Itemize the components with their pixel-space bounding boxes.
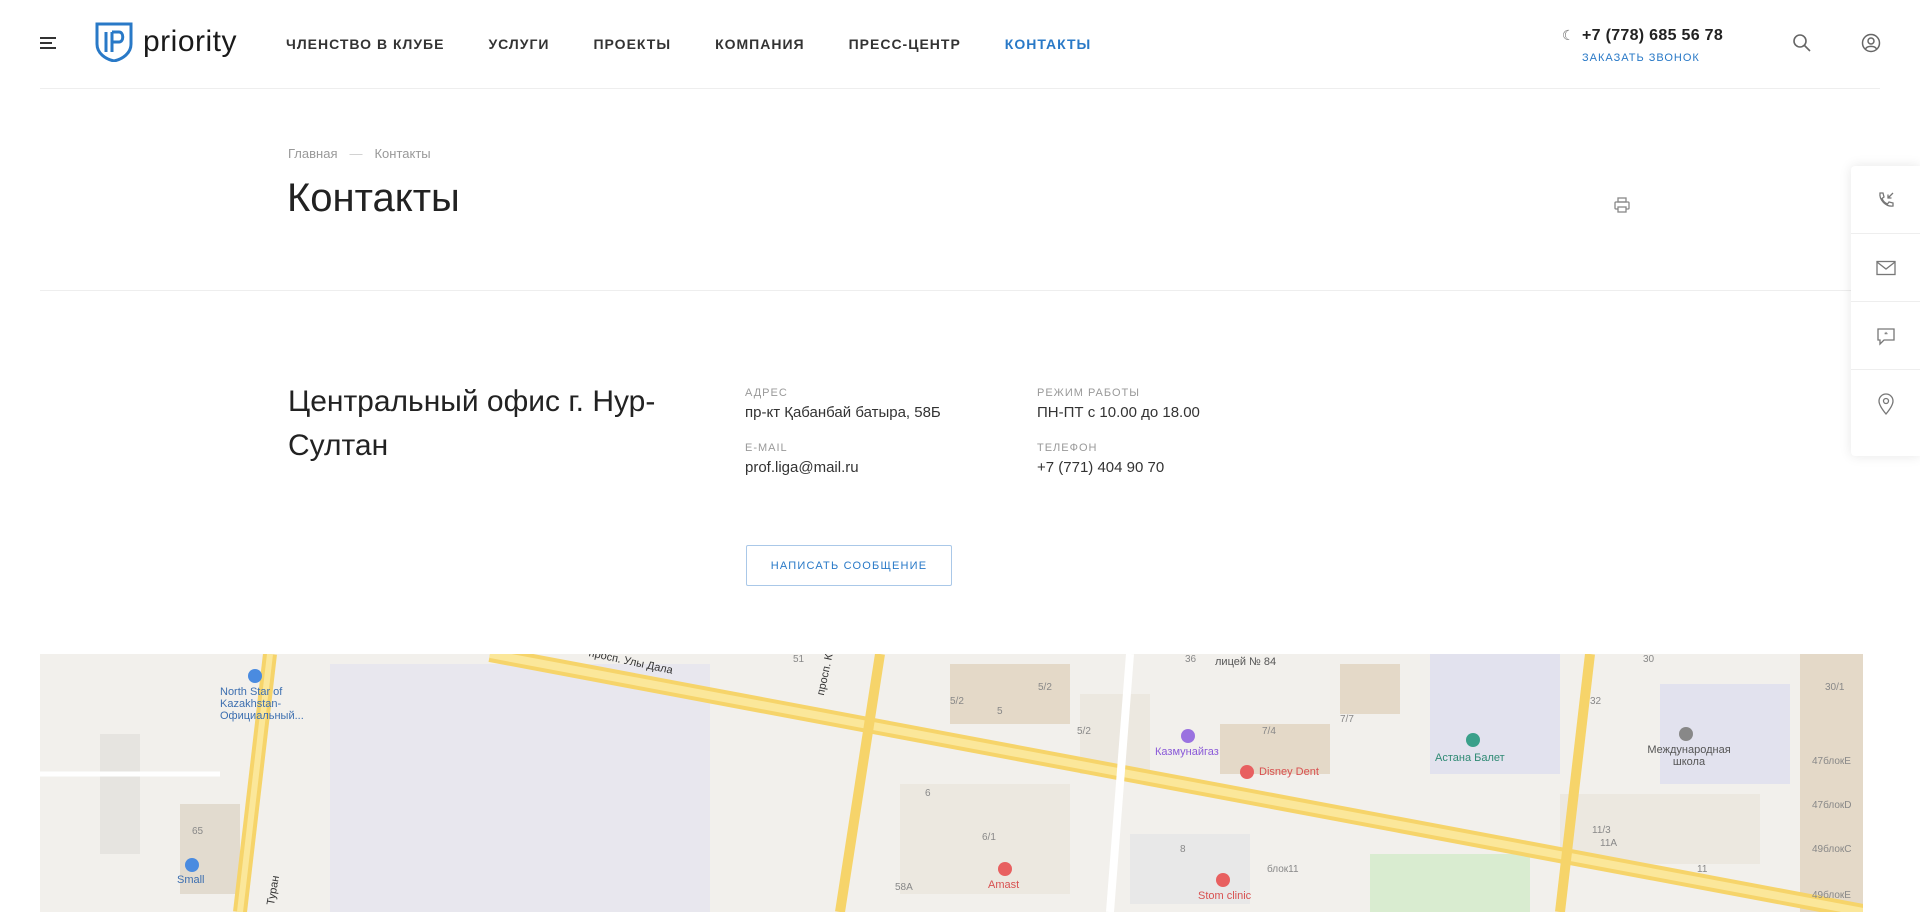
map-num: 5/2 <box>1038 682 1052 693</box>
logo[interactable]: priority <box>95 22 237 62</box>
map-num: 11А <box>1600 838 1618 849</box>
map-num: 8 <box>1180 844 1186 855</box>
phone-field: ТЕЛЕФОН +7 (771) 404 90 70 <box>1037 442 1164 476</box>
map-num: 7/7 <box>1340 714 1354 725</box>
map-num: 47блокD <box>1812 800 1852 811</box>
map-label-stom-clinic[interactable]: Stom clinic <box>1198 890 1251 902</box>
map-num: 7/4 <box>1262 726 1276 737</box>
address-field: АДРЕС пр-кт Қабанбай батыра, 58Б <box>745 387 941 421</box>
nav-item-projects[interactable]: ПРОЕКТЫ <box>593 36 671 52</box>
user-account-icon[interactable] <box>1861 33 1881 53</box>
menu-burger-icon[interactable] <box>40 37 56 49</box>
side-location-button[interactable] <box>1851 370 1920 438</box>
page-title: Контакты <box>287 176 460 220</box>
callback-link[interactable]: ЗАКАЗАТЬ ЗВОНОК <box>1582 52 1723 64</box>
main-nav: ЧЛЕНСТВО В КЛУБЕ УСЛУГИ ПРОЕКТЫ КОМПАНИЯ… <box>286 36 1135 52</box>
location-pin-icon <box>1877 393 1894 415</box>
logo-text: priority <box>143 25 238 58</box>
map-num: 32 <box>1590 696 1602 707</box>
nav-item-membership[interactable]: ЧЛЕНСТВО В КЛУБЕ <box>286 36 444 52</box>
section-divider <box>40 290 1880 291</box>
map-num: 49блокС <box>1812 844 1852 855</box>
email-field: E-MAIL prof.liga@mail.ru <box>745 442 859 476</box>
svg-text:❝: ❝ <box>1884 331 1888 339</box>
search-icon[interactable] <box>1792 33 1812 53</box>
map-label-school[interactable]: Международная школа <box>1644 744 1734 768</box>
map-num: 36 <box>1185 654 1197 665</box>
map-num: 6/1 <box>982 832 996 843</box>
phone-callback-icon <box>1878 191 1894 207</box>
map-num: 5 <box>997 706 1003 717</box>
side-chat-button[interactable]: ❝ <box>1851 302 1920 370</box>
map-num: 11 <box>1697 864 1708 875</box>
map-num: блок11 <box>1267 864 1299 875</box>
nav-item-services[interactable]: УСЛУГИ <box>488 36 549 52</box>
write-message-button[interactable]: НАПИСАТЬ СООБЩЕНИЕ <box>746 545 952 586</box>
logo-shield-icon <box>95 22 133 62</box>
address-value: пр-кт Қабанбай батыра, 58Б <box>745 404 941 421</box>
map-num: 6 <box>925 788 931 799</box>
breadcrumb: Главная — Контакты <box>288 146 431 161</box>
map-label-kazmunaygaz[interactable]: Казмунайгаз <box>1155 746 1219 758</box>
nav-item-press[interactable]: ПРЕСС-ЦЕНТР <box>849 36 961 52</box>
header-phone[interactable]: +7 (778) 685 56 78 <box>1582 27 1723 45</box>
office-title: Центральный офис г. Нур-Султан <box>288 385 656 462</box>
hours-label: РЕЖИМ РАБОТЫ <box>1037 387 1141 399</box>
address-label: АДРЕС <box>745 387 788 399</box>
map-num: 30 <box>1643 654 1655 665</box>
breadcrumb-home[interactable]: Главная <box>288 146 337 161</box>
map-label-amast[interactable]: Amast <box>988 879 1019 891</box>
map-num: 47блокЕ <box>1812 756 1851 767</box>
hours-value: ПН-ПТ с 10.00 до 18.00 <box>1037 404 1200 421</box>
map-label-disney-dent[interactable]: Disney Dent <box>1259 766 1319 778</box>
map-num: 5/2 <box>1077 726 1091 737</box>
header-phone-block: ☾ +7 (778) 685 56 78 ЗАКАЗАТЬ ЗВОНОК <box>1562 27 1723 64</box>
floating-side-bar: ❝ <box>1851 166 1920 456</box>
map-num: 11/3 <box>1592 825 1611 836</box>
map-num: 51 <box>793 654 805 665</box>
map-label-small[interactable]: Small <box>177 874 205 886</box>
map-label-licey: лицей № 84 <box>1215 656 1277 668</box>
nav-item-contacts[interactable]: КОНТАКТЫ <box>1005 36 1091 52</box>
office-map[interactable]: North Star of Kazakhstan- Официальный...… <box>40 654 1863 912</box>
map-label-astana-ballet[interactable]: Астана Балет <box>1435 752 1505 764</box>
breadcrumb-current: Контакты <box>374 146 431 161</box>
map-num: 49блокЕ <box>1812 890 1851 901</box>
map-label-north-star[interactable]: North Star of Kazakhstan- Официальный... <box>220 686 304 722</box>
mail-icon <box>1875 260 1896 275</box>
breadcrumb-separator: — <box>349 146 363 161</box>
header: priority ЧЛЕНСТВО В КЛУБЕ УСЛУГИ ПРОЕКТЫ… <box>40 0 1881 89</box>
side-email-button[interactable] <box>1851 234 1920 302</box>
phone-value[interactable]: +7 (771) 404 90 70 <box>1037 459 1164 476</box>
map-num: 65 <box>192 826 204 837</box>
map-num: 58А <box>895 882 913 893</box>
hours-field: РЕЖИМ РАБОТЫ ПН-ПТ с 10.00 до 18.00 <box>1037 387 1200 421</box>
nav-item-company[interactable]: КОМПАНИЯ <box>715 36 805 52</box>
map-num: 5/2 <box>950 696 964 707</box>
print-icon[interactable] <box>1613 196 1631 214</box>
side-callback-button[interactable] <box>1851 166 1920 234</box>
email-label: E-MAIL <box>745 442 788 454</box>
phone-icon: ☾ <box>1562 27 1575 43</box>
phone-label: ТЕЛЕФОН <box>1037 442 1098 454</box>
email-value[interactable]: prof.liga@mail.ru <box>745 459 859 476</box>
chat-icon: ❝ <box>1876 327 1895 346</box>
map-canvas <box>40 654 1863 912</box>
map-num: 30/1 <box>1825 682 1845 693</box>
